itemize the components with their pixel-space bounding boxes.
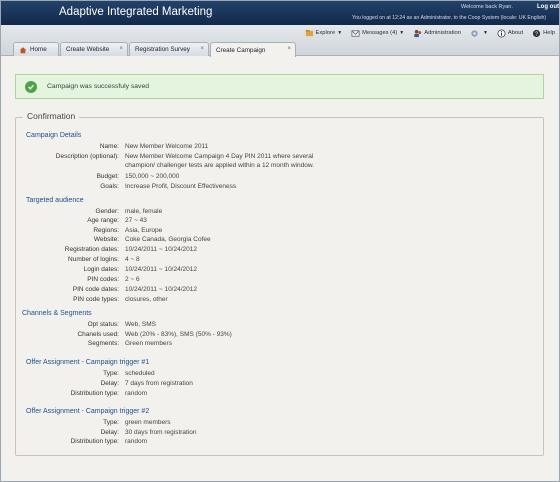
about-link[interactable]: About [497,29,523,38]
detail-label: Type: [103,370,119,377]
explore-menu[interactable]: Explore ▼ [305,29,343,38]
messages-menu[interactable]: Messages (4) ▼ [351,29,404,38]
logout-link[interactable]: Log out [537,4,559,10]
chevron-down-icon: ▼ [337,30,343,36]
about-label: About [507,30,524,36]
detail-label: Description (optional): [55,153,119,160]
chevron-down-icon: ▼ [399,30,405,36]
svg-text:?: ? [535,31,538,37]
detail-value: 27 ~ 43 [125,217,147,224]
close-icon[interactable]: × [119,46,123,52]
detail-value: 4 ~ 8 [125,256,140,263]
administration-menu[interactable]: Administration [413,29,461,38]
envelope-icon [351,29,360,37]
detail-label: Distribution type: [70,390,119,397]
detail-value: Coke Canada, Georgia Cofee [125,236,211,243]
detail-label: Chanels used: [77,331,119,338]
app-window: Adaptive Integrated Marketing Welcome ba… [0,0,560,482]
detail-value: New Member Welcome 2011 [125,143,209,150]
app-title: Adaptive Integrated Marketing [59,6,213,18]
close-icon[interactable]: × [200,46,204,52]
confirmation-legend: Confirmation [23,111,80,121]
detail-value: 30 days from registration [125,429,197,436]
help-label: Help [543,30,555,36]
detail-value: Green members [125,340,172,347]
detail-value: Web, SMS [125,321,156,328]
tab-label: Registration Survey [135,46,190,53]
detail-label: Distribution type: [70,438,119,445]
tab-registration-survey[interactable]: Registration Survey × [129,42,209,56]
detail-value: Asia, Europe [125,227,163,234]
detail-label: Login dates: [83,266,119,273]
detail-value: 10/24/2011 ~ 10/24/2012 [125,266,197,273]
detail-label: Segments: [87,340,119,347]
tab-create-campaign[interactable]: Create Campaign × [210,42,296,57]
tab-create-website[interactable]: Create Website × [60,42,128,56]
detail-value: 150,000 ~ 200,000 [125,173,180,180]
detail-value: 2 ~ 6 [125,276,140,283]
detail-label: PIN code dates: [72,286,119,293]
detail-label: Website: [93,236,119,243]
section-targeted-audience: Targeted audience [26,197,84,204]
tab-home[interactable]: Home [13,42,59,56]
success-message: Campaign was successfuly saved [47,83,149,90]
help-icon: ? [532,29,541,37]
tools-menu[interactable]: ▼ [470,29,488,38]
detail-label: Age range: [87,217,119,224]
close-icon[interactable]: × [287,46,291,52]
section-channels-segments: Channels & Segments [22,310,92,317]
explore-icon [305,29,313,36]
detail-value: 10/24/2011 ~ 10/24/2012 [125,286,197,293]
administration-label: Administration [424,30,461,36]
tools-icon [471,29,478,37]
detail-value-continued: champion/ challenger tests are applied w… [125,162,314,169]
messages-label: Messages (4) [362,30,398,36]
detail-value: scheduled [125,370,155,377]
home-icon [19,46,27,53]
detail-value: 7 days from registration [125,380,193,387]
chevron-down-icon: ▼ [482,30,488,36]
app-header: Adaptive Integrated Marketing Welcome ba… [1,1,559,25]
detail-label: PIN codes: [87,276,119,283]
detail-value: random [125,390,148,397]
help-link[interactable]: ? Help [532,29,555,38]
detail-label: Budget: [96,173,119,180]
info-icon [497,29,506,37]
tab-label: Create Website [66,46,110,53]
detail-value: New Member Welcome Campaign 4 Day PIN 20… [125,153,314,160]
section-offer-1: Offer Assignment - Campaign trigger #1 [26,359,150,366]
detail-label: Registration dates: [64,246,119,253]
detail-label: Goals: [100,183,119,190]
detail-value: 10/24/2011 ~ 10/24/2012 [125,246,197,253]
detail-label: Gender: [95,208,120,215]
users-icon [414,29,422,37]
logged-on-text: You logged on at 12:24 as an Administrat… [352,15,547,21]
tab-bar: Explore ▼ Messages (4) ▼ Administration ▼ … [1,25,559,57]
detail-value: Web (20% - 83%), SMS (50% - 93%) [125,331,232,338]
section-campaign-details: Campaign Details [26,132,82,139]
tab-strip: Home Create Website × Registration Surve… [13,42,297,57]
detail-value: Increase Profit, Discount Effectiveness [125,183,237,190]
detail-value: random [125,438,148,445]
detail-label: Opt status: [87,321,119,328]
toolbar: Explore ▼ Messages (4) ▼ Administration ▼ … [296,27,559,39]
welcome-text: Welcome back Ryan. [461,4,513,10]
success-banner: Campaign was successfuly saved [15,74,544,99]
tab-label: Home [30,46,47,53]
detail-value: male, female [125,208,163,215]
tab-label: Create Campaign [216,46,266,54]
detail-label: Type: [103,419,119,426]
explore-label: Explore [315,30,336,36]
detail-label: Number of logins: [68,256,119,263]
detail-label: Delay: [100,429,119,436]
detail-label: Name: [99,143,119,150]
detail-value: green members [125,419,171,426]
detail-label: Regions: [93,227,119,234]
section-offer-2: Offer Assignment - Campaign trigger #2 [26,408,150,415]
detail-label: PIN code types: [73,296,119,303]
detail-value: closures, other [125,296,168,303]
detail-label: Delay: [100,380,119,387]
check-icon [25,80,37,93]
